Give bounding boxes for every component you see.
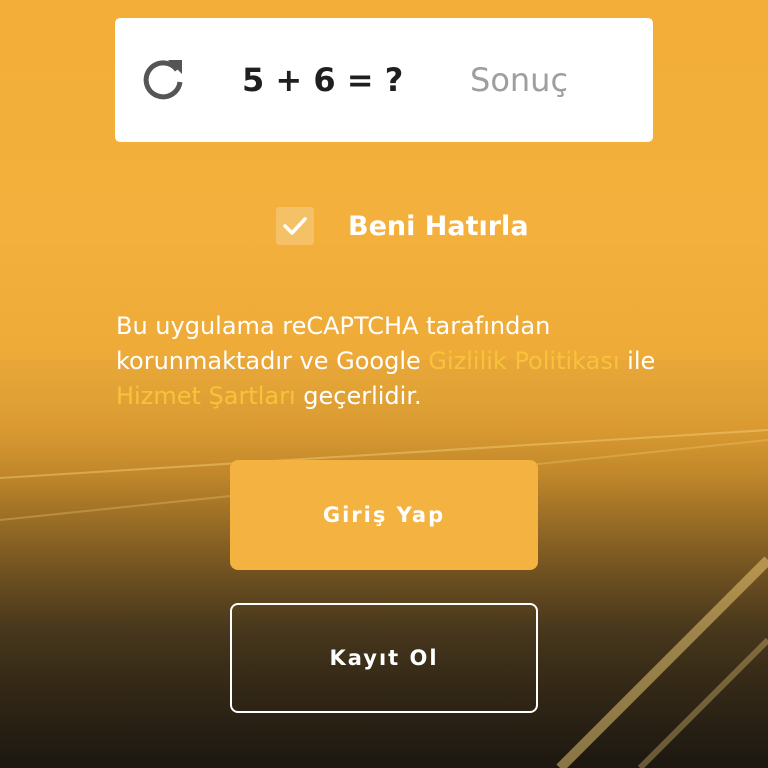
legal-text-after: geçerlidir. [295, 382, 422, 410]
privacy-policy-link[interactable]: Gizlilik Politikası [428, 347, 619, 375]
terms-of-service-link[interactable]: Hizmet Şartları [116, 382, 296, 410]
register-button-label: Kayıt Ol [329, 646, 439, 670]
login-screen: 5 + 6 = ? Beni Hatırla Bu uygulama reCAP… [0, 0, 768, 768]
register-button[interactable]: Kayıt Ol [230, 603, 538, 713]
refresh-icon[interactable] [140, 56, 186, 102]
captcha-question: 5 + 6 = ? [242, 61, 404, 99]
remember-me-row[interactable]: Beni Hatırla [276, 205, 529, 247]
legal-text-middle: ile [619, 347, 656, 375]
login-button-label: Giriş Yap [322, 503, 446, 527]
remember-me-label: Beni Hatırla [348, 210, 529, 242]
recaptcha-notice: Bu uygulama reCAPTCHA tarafından korunma… [116, 309, 676, 414]
remember-me-checkbox[interactable] [276, 207, 314, 245]
captcha-answer-input[interactable] [470, 56, 630, 104]
login-button[interactable]: Giriş Yap [230, 460, 538, 570]
checkmark-icon [283, 217, 307, 235]
